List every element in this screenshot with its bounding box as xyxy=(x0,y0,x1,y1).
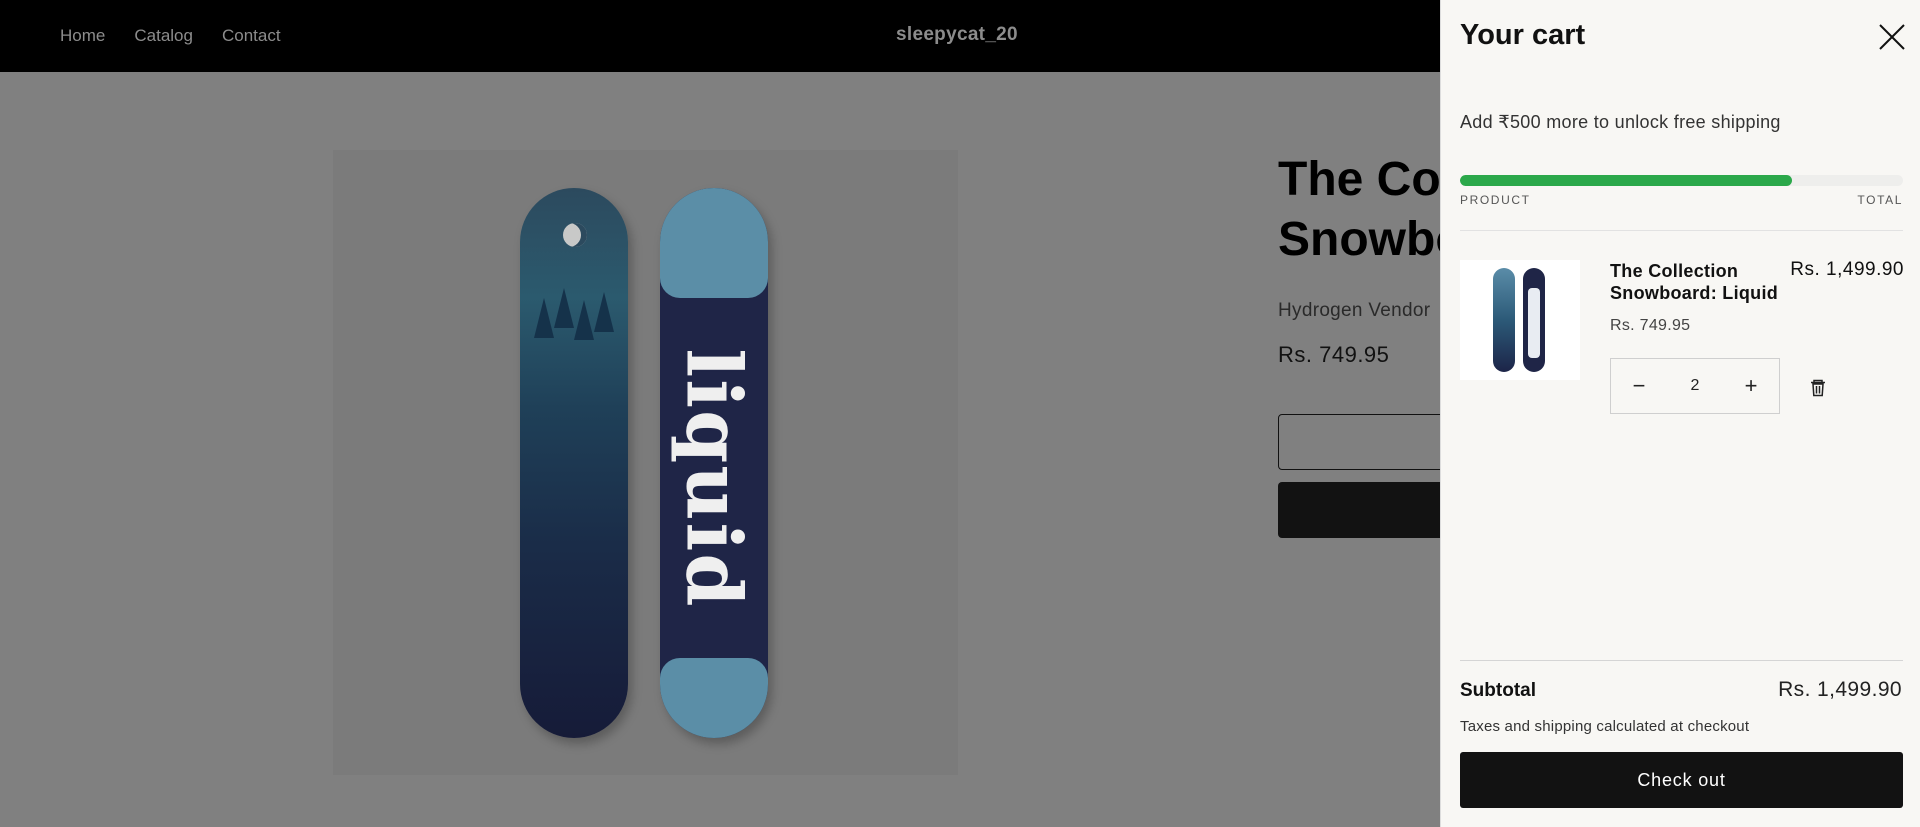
nav-catalog[interactable]: Catalog xyxy=(134,26,193,46)
free-shipping-progress xyxy=(1460,175,1903,186)
drip-graphic xyxy=(660,188,768,298)
tree-graphic xyxy=(594,292,614,332)
board-text: liquid xyxy=(669,347,759,609)
cart-item-unit-price: Rs. 749.95 xyxy=(1610,317,1691,334)
snowboard-front-graphic xyxy=(520,188,628,738)
tree-graphic xyxy=(574,300,594,340)
decrease-quantity-button[interactable]: − xyxy=(1611,359,1667,413)
nav-home[interactable]: Home xyxy=(60,26,105,46)
cart-item-name[interactable]: The Collection Snowboard: Liquid xyxy=(1610,260,1785,304)
nav-contact[interactable]: Contact xyxy=(222,26,281,46)
cart-item-line-total: Rs. 1,499.90 xyxy=(1790,259,1904,280)
free-shipping-message: Add ₹500 more to unlock free shipping xyxy=(1460,112,1781,132)
column-total: TOTAL xyxy=(1857,193,1903,207)
progress-fill xyxy=(1460,175,1793,186)
main-nav: Home Catalog Contact xyxy=(60,0,281,72)
tree-graphic xyxy=(554,288,574,328)
tax-note: Taxes and shipping calculated at checkou… xyxy=(1460,718,1750,735)
checkout-button[interactable]: Check out xyxy=(1460,752,1903,808)
board-text-wrap: liquid xyxy=(669,298,759,658)
close-icon[interactable] xyxy=(1875,20,1909,54)
tree-graphic xyxy=(534,298,554,338)
product-image: liquid xyxy=(333,150,958,775)
cart-item-image[interactable] xyxy=(1460,260,1580,380)
mini-board-graphic xyxy=(1493,268,1515,372)
drip-graphic xyxy=(660,658,768,738)
moon-graphic xyxy=(563,223,587,247)
divider xyxy=(1460,230,1903,231)
divider xyxy=(1460,660,1903,661)
increase-quantity-button[interactable]: + xyxy=(1723,359,1779,413)
trash-icon[interactable] xyxy=(1808,378,1828,398)
cart-title: Your cart xyxy=(1460,19,1586,51)
subtotal-label: Subtotal xyxy=(1460,680,1536,701)
column-product: PRODUCT xyxy=(1460,193,1531,207)
store-brand[interactable]: sleepycat_20 xyxy=(896,24,1018,46)
quantity-input[interactable]: 2 xyxy=(1675,377,1715,395)
cart-column-headers: PRODUCT TOTAL xyxy=(1460,193,1903,207)
snowboard-back-graphic: liquid xyxy=(660,188,768,738)
mini-board-graphic xyxy=(1523,268,1545,372)
quantity-stepper: − 2 + xyxy=(1610,358,1780,414)
cart-drawer: Your cart Add ₹500 more to unlock free s… xyxy=(1440,0,1920,827)
subtotal-value: Rs. 1,499.90 xyxy=(1778,678,1902,701)
site-header: Home Catalog Contact sleepycat_20 xyxy=(0,0,1440,72)
